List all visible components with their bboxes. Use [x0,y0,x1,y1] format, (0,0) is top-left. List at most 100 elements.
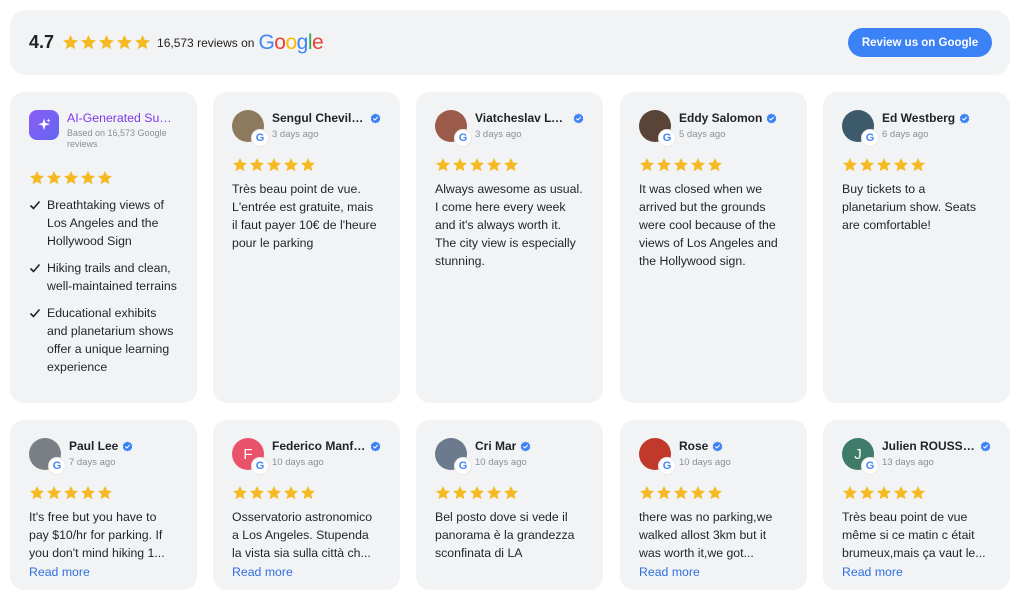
verified-badge-icon [767,112,777,124]
reviewer-name[interactable]: Rose [679,439,708,453]
star-icon [486,485,502,500]
star-icon [266,485,282,500]
review-stars [842,157,991,173]
star-icon [80,170,96,185]
star-icon [283,485,299,500]
ai-summary-stars [29,170,178,186]
review-time: 5 days ago [679,129,726,140]
review-time: 3 days ago [272,129,319,140]
star-icon [707,157,723,172]
star-icon [859,485,875,500]
summary-point: Hiking trails and clean, well-maintained… [29,259,178,295]
ai-summary-title: AI-Generated Summary [67,111,177,125]
reviewer-avatar: G [435,110,471,146]
star-icon [232,157,248,172]
star-icon [232,485,248,500]
star-icon [249,157,265,172]
read-more-link[interactable]: Read more [232,565,381,579]
review-stars [435,485,584,501]
star-icon [503,157,519,172]
star-icon [80,485,96,500]
star-icon [29,485,45,500]
review-time: 10 days ago [679,457,731,468]
review-card: G Ed Westberg 6 days ago Buy tickets to a p… [823,92,1010,403]
verified-badge-icon [370,440,381,452]
google-logo: Google [258,30,324,54]
verified-badge-icon [959,112,970,124]
header-stars [62,34,151,51]
read-more-link[interactable]: Read more [29,565,178,579]
reviewer-avatar: G [435,438,471,474]
star-icon [469,485,485,500]
star-icon [135,35,151,50]
review-text: It's free but you have to pay $10/hr for… [29,510,165,560]
star-icon [893,157,909,172]
google-g-icon: G [49,458,65,474]
star-icon [97,170,113,185]
review-stars [842,485,991,501]
reviewer-name[interactable]: Julien ROUSSEL [882,439,976,453]
review-time: 7 days ago [69,457,116,468]
star-icon [656,157,672,172]
review-us-on-google-button[interactable]: Review us on Google [848,28,992,57]
star-icon [893,485,909,500]
read-more-link[interactable]: Read more [639,565,788,579]
review-text: Osservatorio astronomico a Los Angeles. … [232,510,373,560]
rating-summary-bar: 4.7 16,573 reviews on Google Review us o… [10,10,1010,75]
google-g-icon: G [862,130,878,146]
ai-summary-subtitle: Based on 16,573 Google reviews [67,128,167,149]
review-time: 3 days ago [475,129,522,140]
star-icon [29,170,45,185]
reviewer-avatar: G [639,110,675,146]
reviewer-name[interactable]: Viatcheslav Lyakhov [475,111,569,125]
star-icon [707,485,723,500]
review-card: G Paul Lee 7 days ago It's free but you hav… [10,420,197,590]
review-stars [639,157,788,173]
reviewer-avatar: G [29,438,65,474]
star-icon [690,485,706,500]
star-icon [97,485,113,500]
star-icon [63,485,79,500]
verified-badge-icon [521,440,531,452]
star-icon [452,485,468,500]
star-icon [842,485,858,500]
google-g-icon: G [252,458,268,474]
google-g-icon: G [455,458,471,474]
star-icon [452,157,468,172]
verified-badge-icon [713,440,723,452]
google-g-icon: G [659,458,675,474]
review-count: 16,573 reviews on [157,35,255,50]
review-text: It was closed when we arrived but the gr… [639,182,778,268]
verified-badge-icon [370,112,381,124]
reviewer-name[interactable]: Ed Westberg [882,111,955,125]
reviewer-avatar: G [639,438,675,474]
reviewer-avatar: G [232,110,268,146]
review-stars [29,485,178,501]
star-icon [690,157,706,172]
review-card: G Viatcheslav Lyakhov 3 days ago Always awe… [416,92,603,403]
google-g-icon: G [455,130,471,146]
star-icon [435,157,451,172]
star-icon [117,35,133,50]
reviewer-name[interactable]: Cri Mar [475,439,516,453]
star-icon [859,157,875,172]
ai-sparkle-icon [29,110,59,140]
review-time: 10 days ago [475,457,527,468]
reviewer-name[interactable]: Sengul Chevillon [272,111,366,125]
star-icon [46,170,62,185]
reviewer-name[interactable]: Eddy Salomon [679,111,762,125]
summary-point: Breathtaking views of Los Angeles and th… [29,196,178,250]
review-time: 13 days ago [882,457,934,468]
star-icon [656,485,672,500]
read-more-link[interactable]: Read more [842,565,991,579]
star-icon [63,170,79,185]
reviewer-name[interactable]: Paul Lee [69,439,118,453]
star-icon [266,157,282,172]
star-icon [300,485,316,500]
reviewer-name[interactable]: Federico Manfredi [272,439,366,453]
ai-summary-points: Breathtaking views of Los Angeles and th… [29,196,178,376]
star-icon [639,485,655,500]
star-icon [910,485,926,500]
overall-rating: 4.7 [29,32,55,52]
review-card: J G Julien ROUSSEL 13 days ago Très beau poi… [823,420,1010,590]
